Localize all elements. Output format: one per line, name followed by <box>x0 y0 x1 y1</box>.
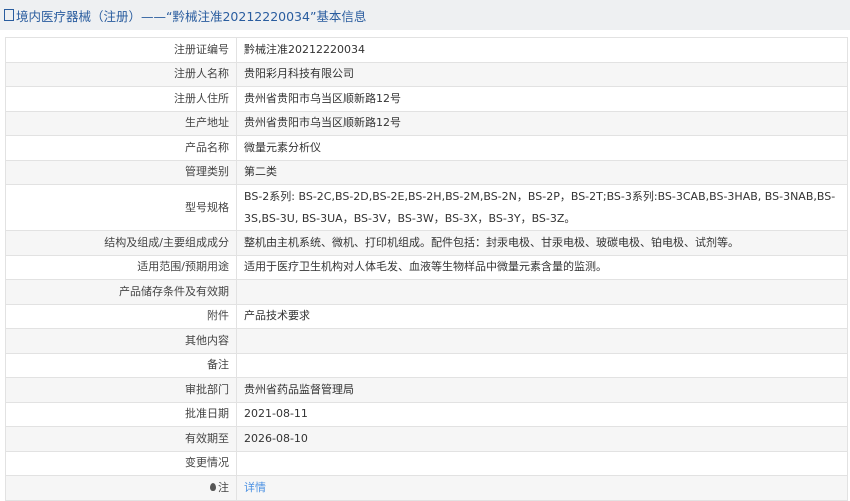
field-value: 黔械注准20212220034 <box>236 37 848 63</box>
table-row: 产品名称 微量元素分析仪 <box>5 135 848 161</box>
table-row: 结构及组成/主要组成成分 整机由主机系统、微机、打印机组成。配件包括：封汞电极、甘… <box>5 230 848 256</box>
field-label: 注 <box>5 475 237 501</box>
table-row: 型号规格 BS-2系列: BS-2C,BS-2D,BS-2E,BS-2H,BS-2… <box>5 184 848 231</box>
table-row: 适用范围/预期用途 适用于医疗卫生机构对人体毛发、血液等生物样品中微量元素含量的监… <box>5 254 848 280</box>
table-row: 备注 <box>5 352 848 378</box>
page-header: 境内医疗器械（注册）——“黔械注准20212220034”基本信息 <box>0 0 850 30</box>
table-row: 产品储存条件及有效期 <box>5 279 848 305</box>
info-table: 注册证编号 黔械注准20212220034 注册人名称 贵阳彩月科技有限公司 注册人住所… <box>5 37 848 501</box>
field-label: 注册证编号 <box>5 37 237 63</box>
pin-icon <box>210 482 216 491</box>
document-icon <box>4 9 14 21</box>
field-value: 贵阳彩月科技有限公司 <box>236 61 848 87</box>
field-value: BS-2系列: BS-2C,BS-2D,BS-2E,BS-2H,BS-2M,BS… <box>236 184 848 231</box>
field-value <box>236 328 848 354</box>
table-row: 其他内容 <box>5 328 848 354</box>
table-row: 注 详情 <box>5 475 848 501</box>
table-row: 有效期至 2026-08-10 <box>5 426 848 452</box>
page-title: 境内医疗器械（注册）——“黔械注准20212220034”基本信息 <box>16 8 367 24</box>
field-label: 其他内容 <box>5 328 237 354</box>
field-label: 审批部门 <box>5 377 237 403</box>
field-value: 贵州省贵阳市乌当区顺新路12号 <box>236 86 848 112</box>
table-row: 注册证编号 黔械注准20212220034 <box>5 37 848 63</box>
field-value: 第二类 <box>236 159 848 185</box>
field-label: 结构及组成/主要组成成分 <box>5 230 237 256</box>
field-label: 附件 <box>5 303 237 329</box>
field-label: 有效期至 <box>5 426 237 452</box>
table-row: 注册人住所 贵州省贵阳市乌当区顺新路12号 <box>5 86 848 112</box>
note-label: 注 <box>218 480 229 494</box>
field-label: 适用范围/预期用途 <box>5 254 237 280</box>
table-row: 批准日期 2021-08-11 <box>5 401 848 427</box>
table-row: 变更情况 <box>5 450 848 476</box>
table-row: 附件 产品技术要求 <box>5 303 848 329</box>
field-value <box>236 352 848 378</box>
field-value: 2026-08-10 <box>236 426 848 452</box>
field-value: 详情 <box>236 475 848 501</box>
field-value: 2021-08-11 <box>236 401 848 427</box>
field-label: 产品名称 <box>5 135 237 161</box>
field-label: 注册人名称 <box>5 61 237 87</box>
field-value: 产品技术要求 <box>236 303 848 329</box>
field-value: 适用于医疗卫生机构对人体毛发、血液等生物样品中微量元素含量的监测。 <box>236 254 848 280</box>
field-value: 整机由主机系统、微机、打印机组成。配件包括：封汞电极、甘汞电极、玻碳电极、铂电极… <box>236 230 848 256</box>
field-value: 贵州省贵阳市乌当区顺新路12号 <box>236 110 848 136</box>
field-label: 备注 <box>5 352 237 378</box>
field-label: 批准日期 <box>5 401 237 427</box>
field-value <box>236 450 848 476</box>
field-label: 产品储存条件及有效期 <box>5 279 237 305</box>
table-row: 审批部门 贵州省药品监督管理局 <box>5 377 848 403</box>
field-label: 变更情况 <box>5 450 237 476</box>
field-label: 生产地址 <box>5 110 237 136</box>
table-row: 管理类别 第二类 <box>5 159 848 185</box>
details-link[interactable]: 详情 <box>244 481 266 494</box>
field-value <box>236 279 848 305</box>
field-label: 管理类别 <box>5 159 237 185</box>
field-label: 注册人住所 <box>5 86 237 112</box>
field-value: 贵州省药品监督管理局 <box>236 377 848 403</box>
field-label: 型号规格 <box>5 184 237 231</box>
table-row: 注册人名称 贵阳彩月科技有限公司 <box>5 61 848 87</box>
table-row: 生产地址 贵州省贵阳市乌当区顺新路12号 <box>5 110 848 136</box>
field-value: 微量元素分析仪 <box>236 135 848 161</box>
